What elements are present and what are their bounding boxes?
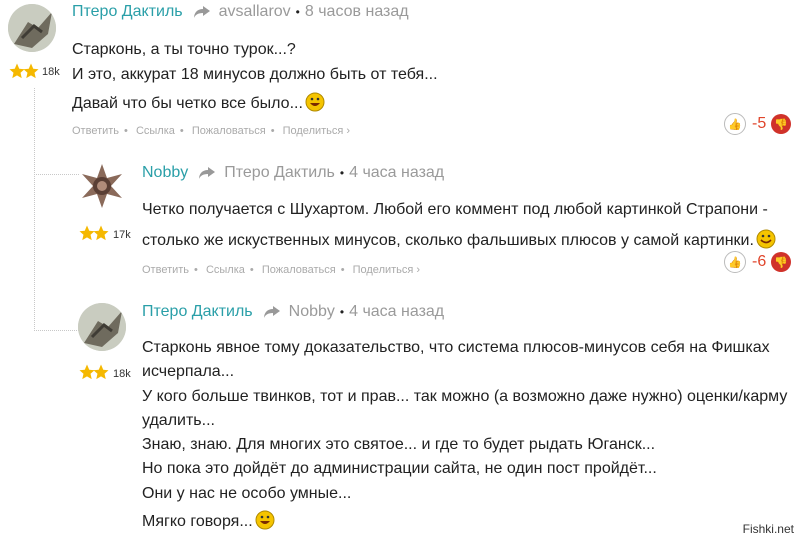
rank-stars — [8, 62, 39, 80]
vote-widget: 👍 -6 👎 — [724, 251, 792, 273]
permalink[interactable]: Ссылка — [206, 264, 245, 276]
report-link[interactable]: Пожаловаться — [192, 125, 266, 137]
star-icon — [23, 63, 39, 79]
avatar[interactable] — [8, 4, 56, 52]
star-icon — [93, 225, 109, 241]
thumb-down-icon[interactable]: 👎 — [771, 252, 792, 272]
comment-time[interactable]: 8 часов назад — [305, 3, 409, 21]
comment-time[interactable]: 4 часа назад — [349, 303, 444, 321]
thumb-up-icon[interactable]: 👍 — [724, 251, 746, 273]
karma-count: 17k — [113, 229, 131, 241]
smiley-icon — [756, 229, 776, 249]
watermark: Fishki.net — [742, 522, 794, 536]
reply-link[interactable]: Ответить — [72, 125, 119, 137]
thread-line — [34, 170, 79, 331]
author-name[interactable]: Птеро Дактиль — [72, 3, 183, 21]
reply-link[interactable]: Ответить — [142, 264, 189, 276]
vote-widget: 👍 -5 👎 — [724, 113, 792, 135]
comment-body: Старконь, а ты точно турок...? И это, ак… — [72, 41, 438, 112]
reply-to-user[interactable]: Nobby — [289, 303, 335, 321]
thumb-up-icon[interactable]: 👍 — [724, 113, 746, 135]
reply-to-user[interactable]: Птеро Дактиль — [224, 164, 335, 182]
karma-count: 18k — [113, 368, 131, 380]
share-arrow-icon — [193, 6, 210, 18]
avatar[interactable] — [78, 303, 126, 351]
report-link[interactable]: Пожаловаться — [262, 264, 336, 276]
permalink[interactable]: Ссылка — [136, 125, 175, 137]
share-link[interactable]: Поделиться › — [283, 125, 350, 137]
share-arrow-icon — [199, 167, 216, 179]
author-name[interactable]: Nobby — [142, 164, 188, 182]
author-name[interactable]: Птеро Дактиль — [142, 303, 253, 321]
share-arrow-icon — [263, 306, 280, 318]
rank-stars — [78, 224, 109, 242]
karma-count: 18k — [42, 66, 60, 78]
comment-body: Четко получается с Шухартом. Любой его к… — [142, 197, 776, 253]
comment-score: -5 — [752, 115, 767, 132]
comment-actions: Ответить • Ссылка • Пожаловаться • Поделить… — [72, 125, 351, 137]
avatar[interactable] — [78, 162, 126, 210]
thumb-down-icon[interactable]: 👎 — [771, 114, 792, 134]
comment-time[interactable]: 4 часа назад — [349, 164, 444, 182]
smiley-icon — [255, 510, 275, 530]
share-link[interactable]: Поделиться › — [353, 264, 420, 276]
smiley-icon — [305, 92, 325, 112]
star-icon — [93, 364, 109, 380]
comment-body: Старконь явное тому доказательство, что … — [142, 339, 788, 531]
comment-score: -6 — [752, 253, 767, 270]
rank-stars — [78, 363, 109, 381]
reply-to-user[interactable]: avsallarov — [219, 3, 291, 21]
comment-actions: Ответить • Ссылка • Пожаловаться • Поделить… — [142, 264, 421, 276]
